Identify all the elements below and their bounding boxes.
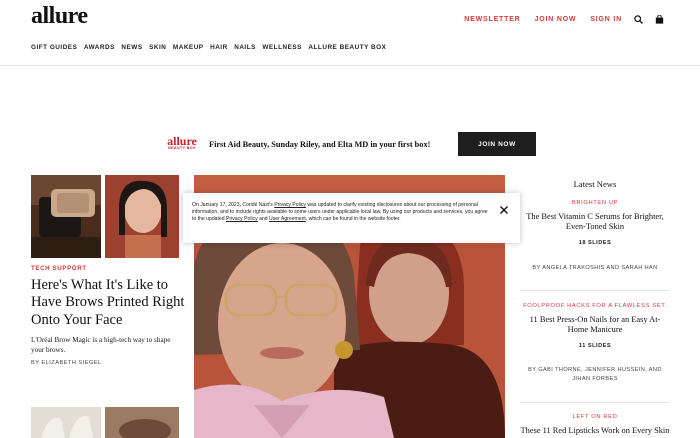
latest-slides-2: 11 SLIDES [578, 343, 612, 349]
privacy-text-1: On January 17, 2023, Condé Nast's [192, 202, 275, 208]
privacy-policy-link[interactable]: Privacy Policy [274, 202, 306, 208]
user-agreement-link[interactable]: User Agreement [269, 216, 306, 222]
allure-logo[interactable]: allure [31, 3, 88, 30]
beauty-box-logo-sub: BEAUTY BOX [168, 146, 196, 150]
latest-divider-1 [520, 290, 670, 291]
product-image[interactable] [31, 175, 101, 258]
beauty-box-logo: allure BEAUTY BOX [163, 135, 201, 151]
latest-kicker-1[interactable]: BRIGHTEN UP [520, 200, 670, 206]
nav-item-news[interactable]: NEWS [121, 44, 142, 51]
search-icon[interactable] [634, 15, 643, 24]
join-now-button[interactable]: JOIN NOW [458, 132, 536, 156]
privacy-text-3: and [257, 216, 270, 223]
feature-byline[interactable]: BY ELIZABETH SIEGEL [31, 360, 102, 366]
latest-news-title: Latest News [573, 179, 617, 189]
latest-headline-3[interactable]: These 11 Red Lipsticks Work on Every Ski… [520, 426, 670, 436]
latest-slides-1: 18 SLIDES [578, 240, 612, 246]
nav-item-hair[interactable]: HAIR [210, 44, 228, 51]
nav-item-skin[interactable]: SKIN [149, 44, 166, 51]
nav-item-wellness[interactable]: WELLNESS [262, 44, 302, 51]
nav-item-awards[interactable]: AWARDS [84, 44, 115, 51]
close-icon[interactable] [499, 202, 509, 214]
feature-dek: L'Oréal Brow Magic is a high-tech way to… [31, 336, 171, 354]
promo-text: First Aid Beauty, Sunday Riley, and Elta… [209, 139, 431, 149]
main-nav: GIFT GUIDES AWARDS NEWS SKIN MAKEUP HAIR… [31, 44, 393, 51]
beauty-box-promo[interactable]: allure BEAUTY BOX First Aid Beauty, Sund… [163, 132, 430, 156]
latest-byline-1[interactable]: BY ANGELA TRAKOSHIS AND SARAH HAN [520, 264, 670, 273]
latest-headline-1[interactable]: The Best Vitamin C Serums for Brighter, … [520, 212, 670, 232]
feature-kicker[interactable]: TECH SUPPORT [31, 265, 87, 272]
nav-item-gift-guides[interactable]: GIFT GUIDES [31, 44, 77, 51]
latest-divider-2 [520, 402, 670, 403]
hands-image[interactable] [31, 407, 101, 438]
newsletter-link[interactable]: NEWSLETTER [464, 16, 520, 23]
privacy-text-4: , which can be found in the website foot… [305, 216, 401, 223]
nav-item-nails[interactable]: NAILS [234, 44, 256, 51]
nav-item-allure-beauty-box[interactable]: ALLURE BEAUTY BOX [308, 44, 386, 51]
nails-image[interactable] [105, 407, 179, 438]
model-image[interactable] [105, 175, 179, 258]
privacy-notice: On January 17, 2023, Condé Nast's Privac… [183, 193, 520, 243]
latest-kicker-2[interactable]: FOOLPROOF HACKS FOR A FLAWLESS SET. [520, 303, 670, 309]
shopping-bag-icon[interactable] [655, 15, 664, 24]
latest-byline-2[interactable]: BY GABI THORNE, JENNIFER HUSSEIN, AND JI… [520, 366, 670, 383]
join-now-link[interactable]: JOIN NOW [535, 16, 577, 23]
sign-in-link[interactable]: SIGN IN [590, 16, 622, 23]
latest-kicker-3[interactable]: LEFT ON RED [520, 414, 670, 420]
nav-item-makeup[interactable]: MAKEUP [173, 44, 204, 51]
feature-headline[interactable]: Here's What It's Like to Have Brows Prin… [31, 277, 186, 329]
privacy-policy-link-2[interactable]: Privacy Policy [226, 216, 258, 222]
site-header: allure NEWSLETTER JOIN NOW SIGN IN GIFT … [0, 0, 700, 66]
privacy-notice-text: On January 17, 2023, Condé Nast's Privac… [192, 202, 488, 224]
header-actions: NEWSLETTER JOIN NOW SIGN IN [450, 15, 664, 24]
latest-headline-2[interactable]: 11 Best Press-On Nails for an Easy At-Ho… [520, 315, 670, 335]
